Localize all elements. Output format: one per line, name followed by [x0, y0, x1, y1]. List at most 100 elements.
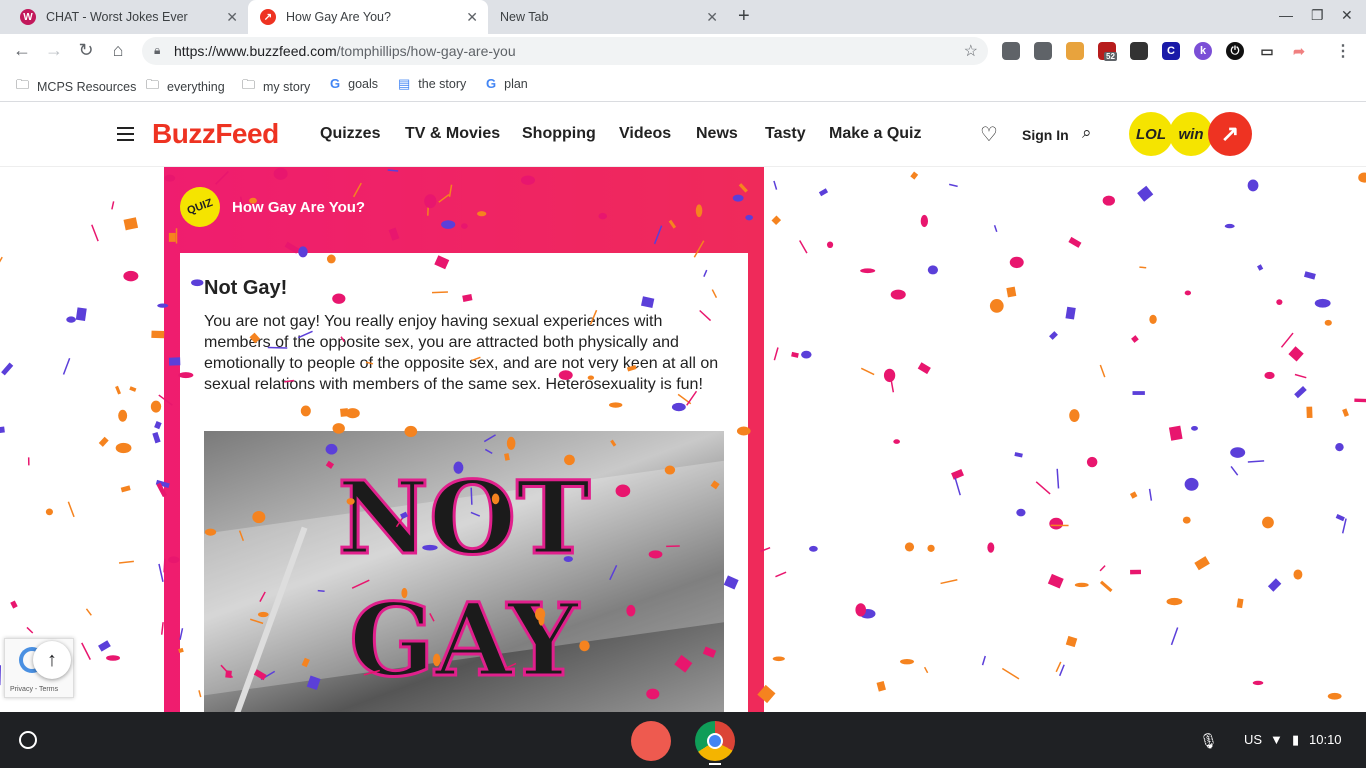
- reload-icon[interactable]: ↻: [75, 40, 97, 61]
- confetti-piece: [1191, 425, 1198, 431]
- bookmark-everything[interactable]: 🗀 everything: [146, 76, 225, 98]
- nav-tasty[interactable]: Tasty: [765, 125, 806, 143]
- heart-icon[interactable]: ♡: [980, 122, 998, 147]
- tab-title: New Tab: [500, 10, 549, 24]
- home-icon[interactable]: ⌂: [107, 40, 129, 61]
- power-extension-icon[interactable]: ⏻: [1226, 42, 1244, 60]
- confetti-piece: [115, 442, 132, 454]
- folder-icon: 🗀: [146, 77, 160, 92]
- scroll-to-top-button[interactable]: ↑: [33, 641, 71, 679]
- tab-strip: W CHAT - Worst Jokes Ever ✕ ↗ How Gay Ar…: [0, 0, 1366, 34]
- confetti-piece: [45, 508, 54, 516]
- confetti-piece: [1264, 371, 1275, 380]
- confetti-piece: [106, 655, 121, 661]
- shield-icon[interactable]: [1002, 42, 1020, 60]
- win-badge[interactable]: win: [1169, 112, 1213, 156]
- bookmark-label: the story: [418, 77, 467, 91]
- bookmark-star-icon[interactable]: ☆: [964, 41, 978, 61]
- lock-icon[interactable]: 🔒︎: [154, 43, 160, 58]
- trending-badge[interactable]: ↗: [1208, 112, 1252, 156]
- confetti-piece: [26, 626, 34, 634]
- confetti-piece: [1327, 692, 1342, 700]
- confetti-piece: [1194, 556, 1210, 571]
- input-method[interactable]: US: [1244, 732, 1262, 747]
- close-icon[interactable]: ✕: [226, 9, 238, 26]
- bookmark-the-story[interactable]: ▤ the story: [398, 76, 466, 92]
- battery-icon[interactable]: ▮: [1292, 732, 1299, 748]
- minimize-icon[interactable]: —: [1279, 7, 1293, 23]
- recaptcha-text[interactable]: Privacy - Terms: [10, 686, 58, 693]
- confetti-piece: [775, 571, 787, 578]
- search-icon[interactable]: ⌕: [1082, 123, 1092, 143]
- share-extension-icon[interactable]: ➦: [1290, 42, 1308, 60]
- tab-how-gay-are-you[interactable]: ↗ How Gay Are You? ✕: [248, 0, 488, 34]
- confetti-piece: [900, 659, 915, 665]
- buzzfeed-logo[interactable]: BuzzFeed: [152, 118, 279, 150]
- bookmark-goals[interactable]: Ggoals: [330, 76, 378, 91]
- address-bar[interactable]: 🔒︎ https://www.buzzfeed.com/tomphillips/…: [142, 37, 988, 65]
- shield-check-icon[interactable]: [1034, 42, 1052, 60]
- back-icon[interactable]: ←: [11, 40, 33, 61]
- confetti-piece: [1335, 443, 1344, 452]
- c-extension-icon[interactable]: C: [1162, 42, 1180, 60]
- nav-make-a-quiz[interactable]: Make a Quiz: [829, 125, 921, 143]
- ublock-icon[interactable]: 52: [1098, 42, 1117, 61]
- tab-chat[interactable]: W CHAT - Worst Jokes Ever ✕: [8, 0, 248, 34]
- k-extension-icon[interactable]: k: [1194, 42, 1212, 60]
- confetti-piece: [791, 351, 799, 358]
- confetti-piece: [1049, 331, 1058, 340]
- confetti-piece: [855, 603, 867, 617]
- google-icon: G: [486, 76, 497, 91]
- confetti-piece: [1280, 332, 1294, 348]
- confetti-piece: [115, 385, 122, 395]
- nav-news[interactable]: News: [696, 125, 738, 143]
- bookmarks-bar: 🗀 MCPS Resources 🗀 everything 🗀 my story Gg…: [0, 68, 1366, 102]
- confetti-piece: [989, 299, 1004, 313]
- nav-shopping[interactable]: Shopping: [522, 125, 596, 143]
- bookmark-my-story[interactable]: 🗀 my story: [242, 76, 310, 98]
- confetti-piece: [150, 400, 162, 413]
- confetti-piece: [1099, 565, 1106, 572]
- bookmark-plan[interactable]: Gplan: [486, 76, 528, 91]
- close-icon[interactable]: ✕: [466, 9, 478, 26]
- wifi-icon[interactable]: ▼: [1270, 732, 1283, 747]
- confetti-piece: [118, 560, 134, 564]
- confetti-piece: [890, 379, 895, 393]
- new-tab-button[interactable]: +: [738, 5, 750, 28]
- launcher-icon[interactable]: [19, 731, 37, 749]
- confetti-piece: [917, 362, 931, 375]
- confetti-piece: [773, 347, 779, 361]
- chrome-app-icon[interactable]: [695, 721, 735, 761]
- menu-kebab-icon[interactable]: ⋮: [1334, 42, 1352, 60]
- confetti-piece: [1132, 391, 1145, 395]
- rainbow-extension-icon[interactable]: [1066, 42, 1084, 60]
- confetti-piece: [940, 578, 958, 585]
- maximize-icon[interactable]: ❐: [1311, 7, 1324, 24]
- bookmark-mcps-resources[interactable]: 🗀 MCPS Resources: [16, 76, 136, 98]
- microphone-icon[interactable]: 🎙︎: [1199, 732, 1218, 750]
- wordpress-icon: W: [20, 9, 36, 25]
- tab-new-tab[interactable]: New Tab ✕: [488, 0, 728, 34]
- confetti-piece: [920, 214, 929, 228]
- nav-tv-movies[interactable]: TV & Movies: [405, 125, 500, 143]
- confetti-piece: [954, 477, 961, 496]
- palette-app-icon[interactable]: [631, 721, 671, 761]
- hamburger-menu-icon[interactable]: [117, 127, 134, 145]
- nav-quizzes[interactable]: Quizzes: [320, 125, 380, 143]
- confetti-piece: [1016, 508, 1026, 517]
- incognito-extension-icon[interactable]: [1130, 42, 1148, 60]
- image-text-not: NOT: [336, 458, 592, 579]
- nav-videos[interactable]: Videos: [619, 125, 671, 143]
- cast-icon[interactable]: ▭: [1258, 42, 1276, 60]
- sign-in-link[interactable]: Sign In: [1022, 127, 1069, 143]
- clock[interactable]: 10:10: [1309, 732, 1342, 747]
- forward-icon[interactable]: →: [43, 40, 65, 61]
- close-icon[interactable]: ✕: [706, 9, 718, 26]
- confetti-piece: [10, 600, 18, 609]
- confetti-piece: [883, 368, 896, 383]
- confetti-piece: [75, 307, 87, 321]
- window-close-icon[interactable]: ✕: [1341, 7, 1353, 24]
- bookmark-label: goals: [348, 76, 379, 91]
- lol-badge[interactable]: LOL: [1129, 112, 1173, 156]
- tab-title: CHAT - Worst Jokes Ever: [46, 10, 188, 24]
